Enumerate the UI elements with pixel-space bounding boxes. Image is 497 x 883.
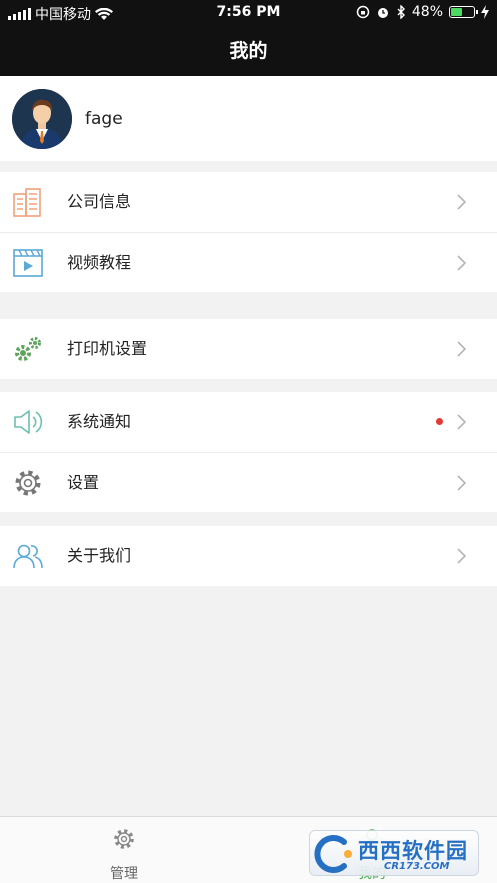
menu-label-settings: 设置 — [67, 473, 100, 492]
menu-item-company-info[interactable]: 公司信息 — [0, 172, 497, 232]
gear-icon — [15, 470, 41, 496]
rotation-lock-icon — [356, 5, 370, 19]
menu-item-printer-settings[interactable]: 打印机设置 — [0, 319, 497, 379]
menu-section-about: 关于我们 — [0, 526, 497, 586]
unread-badge — [436, 418, 443, 425]
bluetooth-icon — [397, 5, 405, 19]
watermark-subtitle: CR173.COM — [384, 861, 450, 872]
chevron-right-icon — [457, 548, 467, 564]
menu-section-system: 系统通知 设置 — [0, 392, 497, 512]
battery-icon — [449, 6, 478, 18]
chevron-right-icon — [457, 414, 467, 430]
avatar-image — [12, 88, 72, 149]
watermark-emblem — [314, 835, 352, 873]
profile-card[interactable]: fage — [0, 76, 497, 161]
menu-item-about-us[interactable]: 关于我们 — [0, 526, 497, 586]
menu-item-video-tutorial[interactable]: 视频教程 — [0, 232, 497, 292]
menu-section-printer: 打印机设置 — [0, 319, 497, 379]
menu-label-system-notice: 系统通知 — [67, 412, 132, 431]
avatar[interactable] — [12, 88, 72, 149]
speaker-icon — [14, 410, 43, 434]
gear-icon — [114, 829, 134, 849]
menu-item-system-notice[interactable]: 系统通知 — [0, 392, 497, 452]
menu-item-settings[interactable]: 设置 — [0, 452, 497, 512]
alarm-icon — [377, 8, 388, 18]
menu-label-about-us: 关于我们 — [67, 546, 132, 565]
status-right: 48% — [356, 4, 489, 20]
charging-icon — [481, 5, 489, 19]
watermark-logo: 西西软件园 CR173.COM — [309, 830, 479, 876]
menu-label-printer-settings: 打印机设置 — [67, 339, 148, 358]
page-title: 我的 — [0, 26, 497, 76]
menu-label-video-tutorial: 视频教程 — [67, 253, 132, 272]
chevron-right-icon — [457, 475, 467, 491]
video-icon — [13, 249, 43, 277]
tab-label-manage: 管理 — [110, 866, 138, 882]
battery-fill — [451, 8, 462, 16]
chevron-right-icon — [457, 341, 467, 357]
menu-label-company-info: 公司信息 — [67, 192, 132, 211]
tab-manage[interactable]: 管理 — [0, 817, 248, 883]
building-icon — [13, 188, 41, 217]
status-bar: 中国移动 7:56 PM 48% — [0, 0, 497, 26]
users-icon — [13, 544, 43, 569]
battery-percent: 48% — [411, 4, 443, 20]
chevron-right-icon — [457, 255, 467, 271]
username: fage — [85, 108, 123, 129]
menu-section-info: 公司信息 视频教程 — [0, 172, 497, 292]
gears-icon — [15, 337, 41, 361]
chevron-right-icon — [457, 194, 467, 210]
